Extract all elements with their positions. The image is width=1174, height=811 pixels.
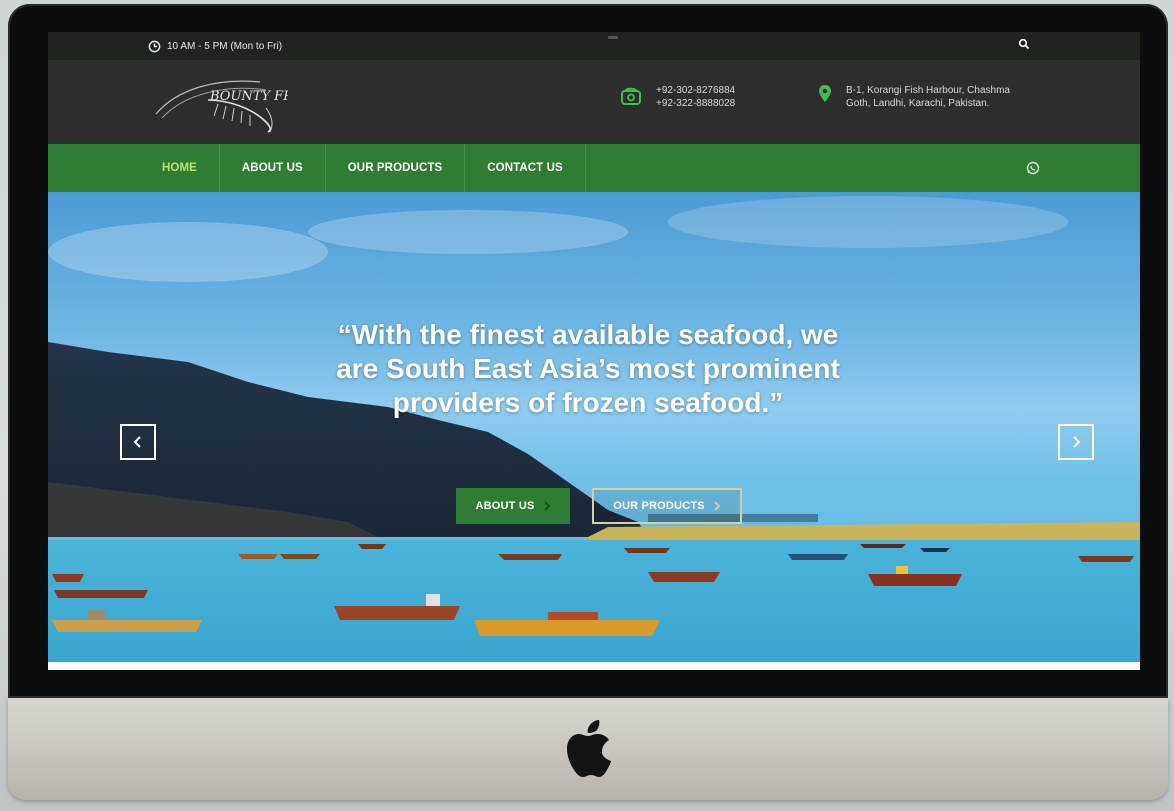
search-button[interactable]	[1018, 38, 1030, 53]
contact-address-block: B-1, Korangi Fish Harbour, Chashma Goth,…	[818, 84, 1010, 110]
site-header: BOUNTY FRESH +92-302-8276884 +92-322-888…	[48, 60, 1140, 144]
address-line-2: Goth, Landhi, Karachi, Pakistan.	[846, 98, 990, 109]
hero-headline: “With the finest available seafood, we a…	[336, 319, 840, 418]
clock-icon	[148, 40, 161, 52]
slider-next-button[interactable]	[1058, 424, 1094, 460]
hero-about-us-label: ABOUT US	[475, 500, 535, 512]
contact-phone-block: +92-302-8276884 +92-322-8888028	[620, 84, 735, 110]
monitor-bezel: 10 AM - 5 PM (Mon to Fri) BOUNTY F +92-3…	[8, 4, 1168, 698]
website-screen: 10 AM - 5 PM (Mon to Fri) BOUNTY F +92-3…	[48, 32, 1140, 670]
top-info-bar: 10 AM - 5 PM (Mon to Fri)	[48, 32, 1140, 60]
nav-our-products[interactable]: OUR PRODUCTS	[326, 144, 466, 192]
address-line-1: B-1, Korangi Fish Harbour, Chashma	[846, 85, 1010, 96]
phone-icon	[621, 87, 641, 105]
hero-our-products-label: OUR PRODUCTS	[613, 500, 705, 512]
whatsapp-icon	[1026, 161, 1040, 175]
chevron-right-icon	[1073, 436, 1081, 448]
monitor-chin	[8, 698, 1168, 800]
business-hours: 10 AM - 5 PM (Mon to Fri)	[148, 40, 282, 53]
nav-about-us[interactable]: ABOUT US	[220, 144, 326, 192]
nav-home[interactable]: HOME	[140, 144, 220, 192]
phone-number-1[interactable]: +92-302-8276884	[656, 84, 735, 97]
search-icon	[1018, 38, 1030, 50]
phone-number-2[interactable]: +92-322-8888028	[656, 97, 735, 110]
hours-text: 10 AM - 5 PM (Mon to Fri)	[167, 40, 283, 52]
shrimp-logo-graphic: BOUNTY FRESH	[155, 80, 323, 133]
hero-about-us-button[interactable]: ABOUT US	[456, 488, 570, 524]
map-pin-icon	[819, 85, 831, 102]
slider-prev-button[interactable]	[120, 424, 156, 460]
nav-contact-us[interactable]: CONTACT US	[465, 144, 586, 192]
brand-logo[interactable]: BOUNTY FRESH	[148, 70, 323, 134]
chevron-left-icon	[133, 436, 141, 448]
topbar-divider	[608, 36, 618, 39]
main-navigation: HOME ABOUT US OUR PRODUCTS CONTACT US	[48, 144, 1140, 192]
hero-our-products-button[interactable]: OUR PRODUCTS	[592, 488, 742, 524]
chevron-right-icon	[714, 501, 721, 511]
whatsapp-button[interactable]	[1026, 161, 1040, 180]
chevron-right-icon	[543, 501, 550, 511]
logo-text: BOUNTY FRESH	[209, 89, 288, 104]
harbour-background-image	[48, 196, 1140, 662]
apple-logo-icon	[567, 720, 611, 777]
imac-frame: 10 AM - 5 PM (Mon to Fri) BOUNTY F +92-3…	[8, 4, 1168, 800]
screen-bottom-strip	[48, 662, 1140, 670]
hero-slider: “With the finest available seafood, we a…	[48, 192, 1140, 662]
